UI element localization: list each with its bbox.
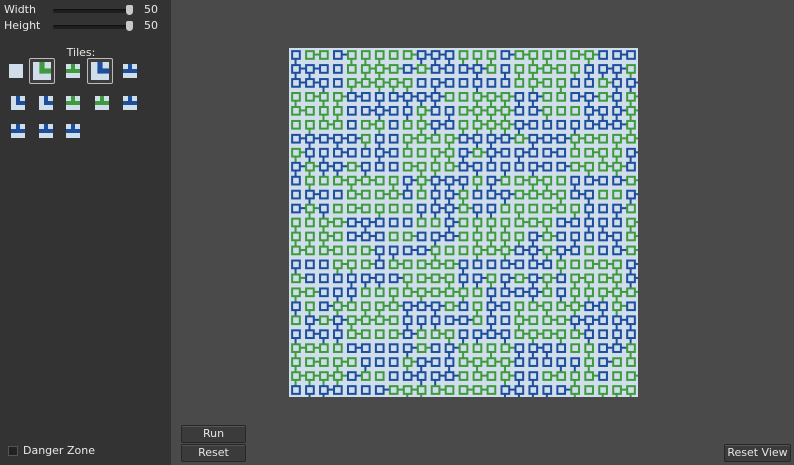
- width-label: Width: [4, 3, 36, 16]
- tile-option[interactable]: [120, 93, 140, 113]
- tile-pattern: [291, 50, 638, 397]
- height-slider[interactable]: [53, 21, 133, 31]
- height-slider-thumb[interactable]: [125, 21, 133, 31]
- reset-button[interactable]: Reset: [181, 444, 246, 462]
- tile-option[interactable]: [63, 93, 83, 113]
- reset-view-button[interactable]: Reset View: [724, 444, 791, 462]
- tile-option[interactable]: [29, 58, 55, 84]
- tile-option[interactable]: [87, 58, 113, 84]
- tiles-label: Tiles:: [66, 46, 96, 59]
- tile-option[interactable]: [36, 93, 56, 113]
- tile-option[interactable]: [120, 61, 140, 81]
- tile-option[interactable]: [63, 121, 83, 141]
- tile-option[interactable]: [8, 121, 28, 141]
- tile-option[interactable]: [6, 61, 26, 81]
- sidebar: Width 50 Height 50 Tiles: Danger Zone: [0, 0, 171, 465]
- tile-option[interactable]: [8, 93, 28, 113]
- danger-zone-checkbox[interactable]: [8, 446, 18, 456]
- danger-zone-label: Danger Zone: [23, 444, 95, 457]
- width-value: 50: [144, 3, 158, 16]
- tile-canvas[interactable]: [289, 48, 638, 397]
- width-slider-thumb[interactable]: [125, 5, 133, 15]
- width-slider[interactable]: [53, 5, 133, 15]
- width-slider-row: Width 50: [4, 2, 166, 18]
- tile-option[interactable]: [63, 61, 83, 81]
- tile-option[interactable]: [92, 93, 112, 113]
- run-button[interactable]: Run: [181, 425, 246, 443]
- height-slider-row: Height 50: [4, 18, 166, 34]
- height-value: 50: [144, 19, 158, 32]
- tile-option[interactable]: [36, 121, 56, 141]
- danger-zone-toggle[interactable]: Danger Zone: [8, 444, 95, 458]
- height-label: Height: [4, 19, 41, 32]
